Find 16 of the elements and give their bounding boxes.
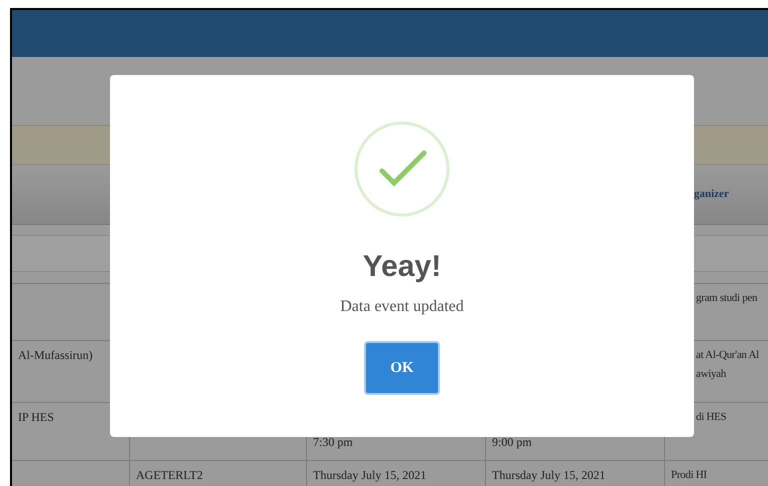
table-cell-text: IP HES (18, 409, 54, 426)
table-cell-text: at Al-Qur'an Al awiyah (696, 348, 759, 382)
dialog-message: Data event updated (340, 297, 464, 317)
table-cell-text: 9:00 pm (492, 434, 532, 451)
table-cell-text: Al-Mufassirun) (18, 347, 93, 364)
column-header[interactable]: ganizer (694, 186, 729, 203)
table-cell-text: Thursday July 15, 2021 (313, 467, 426, 484)
table-cell-text: gram studi pen (696, 291, 758, 306)
table-cell-text: 7:30 pm (313, 434, 353, 451)
dialog-title: Yeay! (362, 249, 442, 285)
table-cell-text: di HES (696, 410, 726, 425)
ok-button[interactable]: OK (364, 341, 440, 395)
checkmark-icon (352, 119, 452, 219)
table-cell-text: AGETERLT2 (136, 467, 203, 484)
table-cell-text: Thursday July 15, 2021 (492, 467, 606, 484)
table-cell-text: Prodi HI (671, 468, 707, 483)
